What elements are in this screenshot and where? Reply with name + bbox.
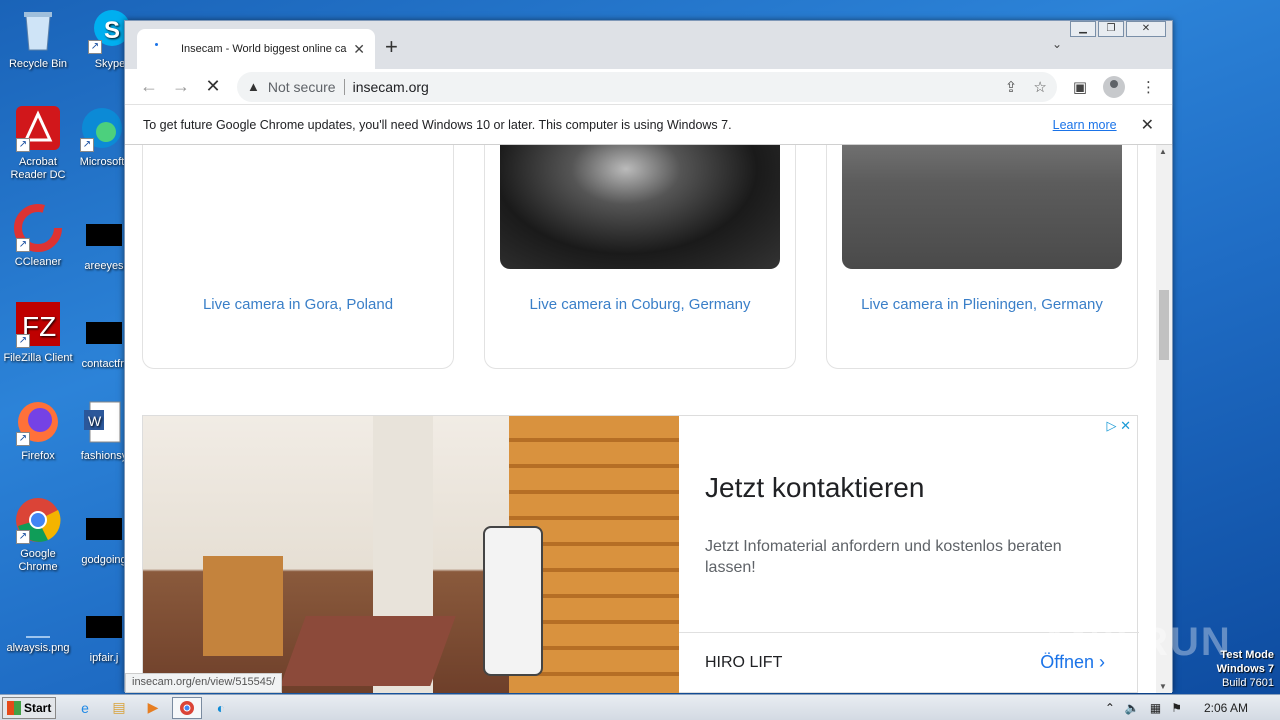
word-doc-icon: W xyxy=(80,398,128,446)
desktop-icon-label: FileZilla Client xyxy=(3,352,73,364)
system-tray: ⌃ 🔈 ▦ ⚑ 2:06 AM xyxy=(1095,701,1280,715)
svg-text:W: W xyxy=(88,413,102,429)
browser-toolbar: ← → ✕ ▲ Not secure insecam.org ⇪ ☆ ▣ ⋮ xyxy=(125,69,1172,105)
camera-card[interactable]: Live camera in Gora, Poland xyxy=(142,145,454,369)
scroll-down-arrow-icon[interactable]: ▼ xyxy=(1159,682,1167,691)
svg-text:S: S xyxy=(104,17,120,44)
desktop-icon-label: Firefox xyxy=(21,450,55,462)
taskbar: Start e ▤ ▶ ◐ ⌃ 🔈 ▦ ⚑ 2:06 AM xyxy=(0,694,1280,720)
tab-insecam[interactable]: Insecam - World biggest online came ✕ xyxy=(137,29,375,69)
file-icon xyxy=(86,322,122,344)
start-button[interactable]: Start xyxy=(2,696,56,719)
browser-window: Insecam - World biggest online came ✕ + … xyxy=(124,20,1173,693)
anyrun-watermark: ANY.RUN xyxy=(1040,620,1232,664)
volume-icon[interactable]: 🔈 xyxy=(1125,701,1140,715)
taskbar-ie-icon[interactable]: e xyxy=(70,697,100,719)
tab-strip: Insecam - World biggest online came ✕ + … xyxy=(125,21,1172,69)
status-bar-url: insecam.org/en/view/515545/ xyxy=(125,673,283,693)
build-label: Build 7601 xyxy=(1222,677,1274,689)
ad-image-stairlift xyxy=(483,526,543,676)
camera-card[interactable]: Live camera in Plieningen, Germany xyxy=(826,145,1138,369)
ad-description[interactable]: Jetzt Infomaterial anfordern und kostenl… xyxy=(705,536,1085,578)
test-mode-label: Test Mode xyxy=(1220,649,1274,661)
back-button[interactable]: ← xyxy=(133,76,165,97)
side-panel-icon[interactable]: ▣ xyxy=(1073,78,1087,96)
menu-kebab-icon[interactable]: ⋮ xyxy=(1141,78,1156,96)
update-infobar: To get future Google Chrome updates, you… xyxy=(125,105,1172,145)
taskbar-edge-icon[interactable]: ◐ xyxy=(206,697,236,719)
filezilla-icon: FZ ↗ xyxy=(14,300,62,348)
ad-image-cabinet xyxy=(203,556,283,656)
learn-more-link[interactable]: Learn more xyxy=(1053,118,1117,132)
ad-brand[interactable]: HIRO LIFT xyxy=(705,654,782,672)
desktop-icon-filezilla[interactable]: FZ ↗ FileZilla Client xyxy=(0,300,76,365)
scroll-up-arrow-icon[interactable]: ▲ xyxy=(1159,147,1167,156)
image-file-icon xyxy=(14,600,62,638)
warning-icon[interactable]: ▲ xyxy=(247,79,260,94)
tab-close-icon[interactable]: ✕ xyxy=(353,41,365,58)
edge-icon: ↗ xyxy=(78,104,126,152)
desktop-icon-recycle-bin[interactable]: Recycle Bin xyxy=(0,6,76,71)
ad-choices-icon[interactable]: ▷ ✕ xyxy=(1106,418,1131,434)
acrobat-icon: ↗ xyxy=(14,104,62,152)
tab-title: Insecam - World biggest online came xyxy=(181,43,348,55)
page-scrollbar[interactable]: ▲ ▼ xyxy=(1156,145,1172,693)
address-bar[interactable]: ▲ Not secure insecam.org ⇪ ☆ xyxy=(237,71,1057,102)
tab-search-chevron-icon[interactable]: ⌄ xyxy=(1052,37,1062,51)
scrollbar-thumb[interactable] xyxy=(1159,290,1169,360)
recycle-bin-icon xyxy=(14,6,62,54)
desktop-icon-chrome[interactable]: ↗ Google Chrome xyxy=(0,496,76,574)
file-icon xyxy=(86,518,122,540)
minimize-button[interactable]: ▁ xyxy=(1070,21,1096,37)
page-content: Live camera in Gora, Poland Live camera … xyxy=(125,145,1157,693)
infobar-close-icon[interactable]: ✕ xyxy=(1141,115,1154,135)
taskbar-media-player-icon[interactable]: ▶ xyxy=(138,697,168,719)
camera-link[interactable]: Live camera in Gora, Poland xyxy=(143,296,453,313)
network-icon[interactable]: ▦ xyxy=(1150,701,1161,715)
desktop-icon-label: alwaysis.png xyxy=(6,642,70,654)
security-label[interactable]: Not secure xyxy=(268,78,345,95)
favicon-icon xyxy=(151,41,167,57)
infobar-message: To get future Google Chrome updates, you… xyxy=(143,117,732,132)
new-tab-button[interactable]: + xyxy=(385,34,398,60)
clock[interactable]: 2:06 AM xyxy=(1204,701,1248,715)
ad-image-rug xyxy=(280,616,456,686)
tray-expand-icon[interactable]: ⌃ xyxy=(1105,701,1115,715)
test-mode-notice: Test Mode Windows 7 Build 7601 xyxy=(1217,648,1274,690)
firefox-icon: ↗ xyxy=(14,398,62,446)
action-center-flag-icon[interactable]: ⚑ xyxy=(1171,701,1182,715)
camera-link[interactable]: Live camera in Plieningen, Germany xyxy=(827,296,1137,313)
desktop-icon-label: Recycle Bin xyxy=(8,58,68,70)
camera-thumbnail[interactable] xyxy=(842,145,1122,269)
url-text[interactable]: insecam.org xyxy=(353,79,429,95)
bookmark-star-icon[interactable]: ☆ xyxy=(1033,78,1046,96)
ccleaner-icon: ↗ xyxy=(14,204,62,252)
taskbar-explorer-icon[interactable]: ▤ xyxy=(104,697,134,719)
advertisement[interactable]: ▷ ✕ Jetzt kontaktieren Jetzt Infomateria… xyxy=(142,415,1139,693)
stop-loading-button[interactable]: ✕ xyxy=(197,76,229,97)
camera-thumbnail[interactable] xyxy=(500,145,780,269)
file-icon xyxy=(86,616,122,638)
file-icon xyxy=(86,224,122,246)
profile-avatar-icon[interactable] xyxy=(1103,75,1125,98)
windows-flag-icon xyxy=(7,700,21,715)
camera-card[interactable]: Live camera in Coburg, Germany xyxy=(484,145,796,369)
desktop-icon-alwaysis[interactable]: alwaysis.png xyxy=(0,600,76,655)
ad-title[interactable]: Jetzt kontaktieren xyxy=(705,472,924,504)
forward-button[interactable]: → xyxy=(165,76,197,97)
os-name-label: Windows 7 xyxy=(1216,663,1274,675)
camera-link[interactable]: Live camera in Coburg, Germany xyxy=(485,296,795,313)
desktop-icon-firefox[interactable]: ↗ Firefox xyxy=(0,398,76,463)
desktop-icon-label: CCleaner xyxy=(14,256,62,268)
close-window-button[interactable]: ✕ xyxy=(1126,21,1166,37)
restore-button[interactable]: ❐ xyxy=(1098,21,1124,37)
taskbar-chrome-icon[interactable] xyxy=(172,696,202,719)
desktop-icon-ccleaner[interactable]: ↗ CCleaner xyxy=(0,204,76,269)
start-label: Start xyxy=(24,700,52,715)
share-icon[interactable]: ⇪ xyxy=(1005,78,1018,96)
ad-image[interactable] xyxy=(143,416,679,693)
desktop-icon-label: Google Chrome xyxy=(18,548,58,573)
window-controls: ▁ ❐ ✕ xyxy=(1068,21,1166,37)
chrome-icon: ↗ xyxy=(14,496,62,544)
